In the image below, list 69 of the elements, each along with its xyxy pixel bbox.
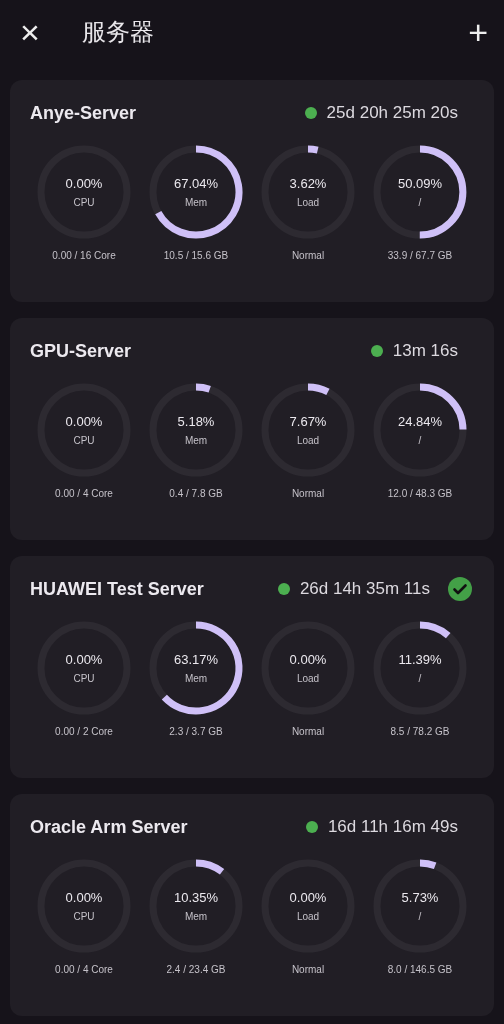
gauge-value: 0.00% <box>289 652 327 666</box>
gauge-label: / <box>418 673 422 684</box>
gauge-detail: 8.0 / 146.5 GB <box>387 963 453 977</box>
gauge-detail: Normal <box>291 249 325 263</box>
gauge-label: Load <box>296 673 320 684</box>
gauge-arc <box>195 383 211 393</box>
gauge-label: / <box>418 911 422 922</box>
gauge-value: 0.00% <box>65 176 103 190</box>
gauge-detail: 33.9 / 67.7 GB <box>387 249 453 263</box>
gauge-detail: 0.00 / 4 Core <box>55 963 113 977</box>
gauge-label: Load <box>296 911 320 922</box>
gauge-detail: 0.00 / 2 Core <box>55 725 113 739</box>
gauge-value: 24.84% <box>397 414 443 428</box>
gauge-value: 50.09% <box>397 176 443 190</box>
gauge-label: / <box>418 435 422 446</box>
gauge-value: 5.18% <box>177 414 215 428</box>
gauge-detail: 8.5 / 78.2 GB <box>390 725 450 739</box>
gauge-label: Mem <box>184 911 208 922</box>
gauge-arc <box>419 621 451 639</box>
gauge-detail: 0.00 / 16 Core <box>52 249 116 263</box>
gauge-value: 0.00% <box>65 890 103 904</box>
gauge-detail: 0.00 / 4 Core <box>55 487 113 501</box>
server-name: Oracle Arm Server <box>30 815 188 839</box>
gauge-label: CPU <box>73 673 95 684</box>
gauge-detail: 12.0 / 48.3 GB <box>387 487 453 501</box>
close-icon[interactable]: × <box>16 15 44 49</box>
gauge-label: Mem <box>184 673 208 684</box>
server-card[interactable]: GPU-Server 13m 16s 0.00% CPU 0.00 / 4 Core 5.18% Mem 0.4 / 7.8 GB 7.67% Load Normal 24.84% / 12.0 / 48.3 GB <box>10 318 494 540</box>
gauge-value: 67.04% <box>173 176 219 190</box>
gauge-value: 5.73% <box>401 890 439 904</box>
gauge-value: 11.39% <box>398 652 442 666</box>
gauge-detail: Normal <box>291 963 325 977</box>
server-card[interactable]: Oracle Arm Server 16d 11h 16m 49s 0.00% CPU 0.00 / 4 Core 10.35% Mem 2.4 / 23.4 GB 0.00% Load Normal 5.73% / 8.0 / 146.5 GB <box>10 794 494 1016</box>
gauge-detail: 2.3 / 3.7 GB <box>169 725 223 739</box>
gauge-value: 3.62% <box>289 176 327 190</box>
server-name: HUAWEI Test Server <box>30 577 204 601</box>
uptime: 13m 16s <box>392 340 458 363</box>
gauge-arc <box>307 383 330 396</box>
gauge-detail: 2.4 / 23.4 GB <box>166 963 226 977</box>
gauge-detail: 10.5 / 15.6 GB <box>163 249 229 263</box>
uptime: 16d 11h 16m 49s <box>327 816 458 839</box>
gauge-arc <box>419 859 437 870</box>
gauge-label: CPU <box>73 911 95 922</box>
server-card[interactable]: Anye-Server 25d 20h 25m 20s 0.00% CPU 0.00 / 16 Core 67.04% Mem 10.5 / 15.6 GB 3.62% Load Normal 50.09% / 33.9 / 67.7 GB <box>10 80 494 302</box>
server-name: Anye-Server <box>30 101 137 125</box>
gauge-value: 0.00% <box>65 652 103 666</box>
server-name: GPU-Server <box>30 339 132 363</box>
gauge-label: Mem <box>184 197 208 208</box>
gauge-detail: Normal <box>291 487 325 501</box>
page-title: 服务器 <box>82 17 154 47</box>
gauge-label: Load <box>296 435 320 446</box>
gauge-label: Mem <box>184 435 208 446</box>
gauge-value: 63.17% <box>173 652 219 666</box>
gauge-label: / <box>418 197 422 208</box>
gauge-label: CPU <box>73 435 95 446</box>
gauge-value: 0.00% <box>65 414 103 428</box>
add-icon[interactable]: + <box>468 15 488 49</box>
gauge-detail: 0.4 / 7.8 GB <box>169 487 223 501</box>
gauge-label: CPU <box>73 197 95 208</box>
gauge-value: 0.00% <box>289 890 327 904</box>
uptime: 25d 20h 25m 20s <box>326 102 458 125</box>
gauge-arc <box>307 145 319 154</box>
gauge-value: 7.67% <box>289 414 327 428</box>
uptime: 26d 14h 35m 11s <box>299 578 430 601</box>
gauge-value: 10.35% <box>173 890 219 904</box>
gauge-detail: Normal <box>291 725 325 739</box>
gauge-arc <box>195 859 224 875</box>
gauge-label: Load <box>296 197 320 208</box>
server-card[interactable]: HUAWEI Test Server 26d 14h 35m 11s 0.00% CPU 0.00 / 2 Core 63.17% Mem 2.3 / 3.7 GB 0.00% Load Normal 11.39% / 8.5 / 78.2 GB <box>10 556 494 778</box>
